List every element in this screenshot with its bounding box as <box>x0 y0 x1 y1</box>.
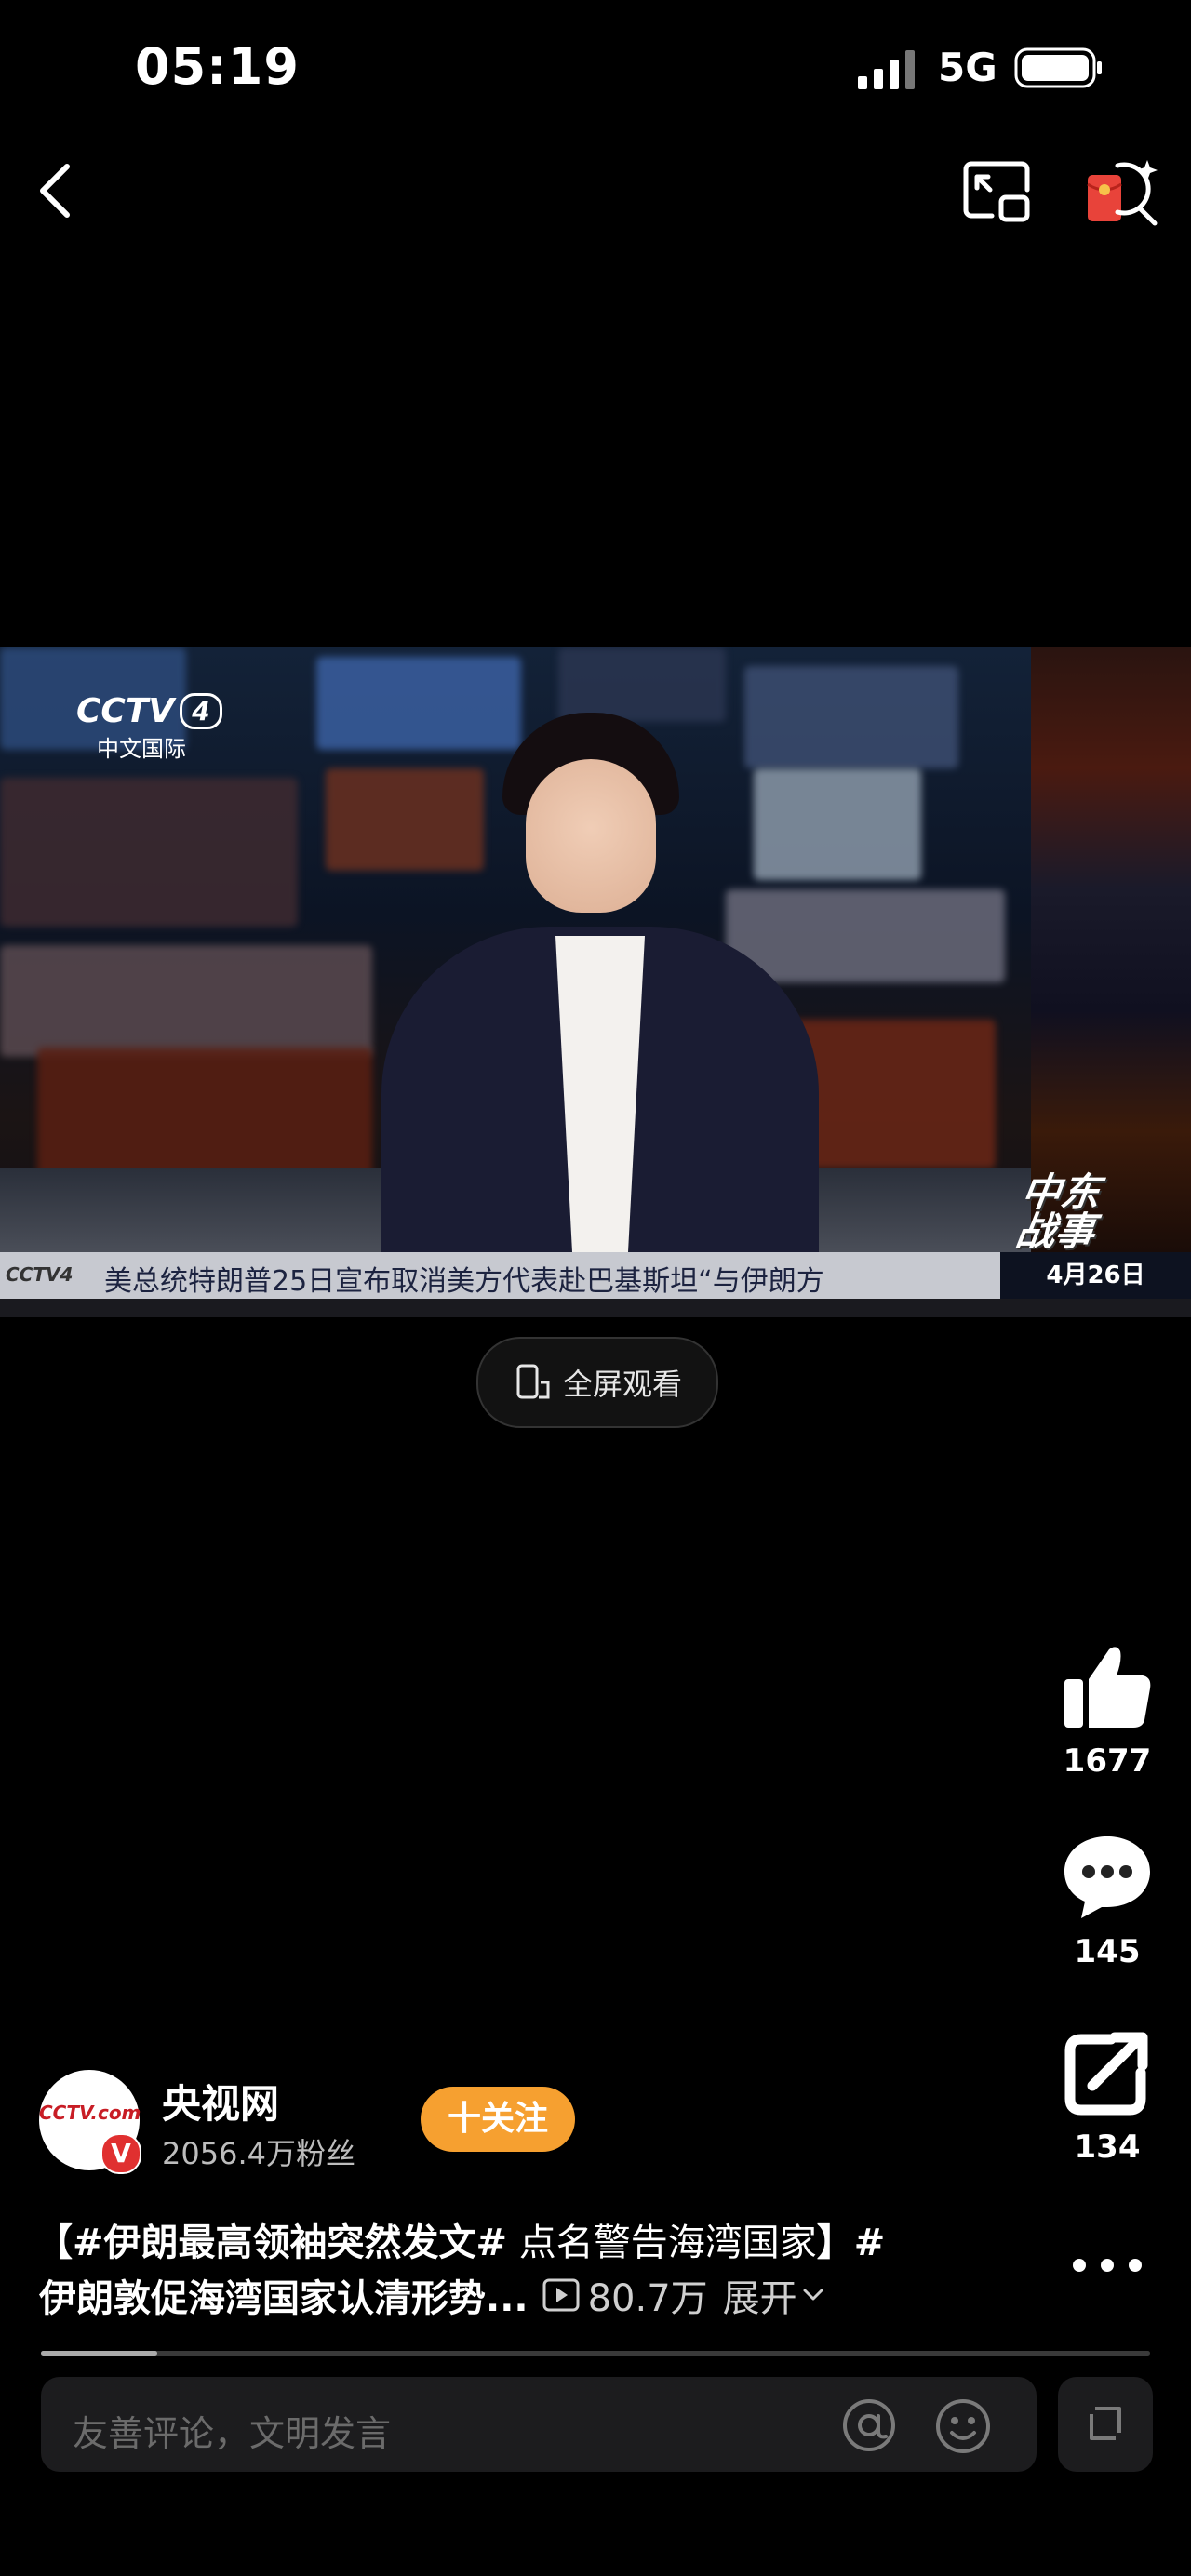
avatar-logo: CCTV.com <box>39 2102 141 2124</box>
video-progress-bar[interactable] <box>41 2351 1150 2356</box>
news-anchor-face <box>526 759 656 913</box>
author-name[interactable]: 央视网 <box>162 2073 279 2129</box>
signal-icon <box>858 50 915 89</box>
chevron-down-icon <box>803 2289 823 2301</box>
channel-logo: CCTV 4 中文国际 <box>76 692 222 763</box>
thumbs-up-icon <box>1064 1647 1151 1728</box>
network-type: 5G <box>938 45 997 90</box>
more-options-icon[interactable] <box>1065 2242 1149 2289</box>
play-count-icon <box>542 2278 580 2312</box>
ticker-logo: CCTV4 <box>6 1263 74 1286</box>
caption-text: 点名警告海湾国家 <box>507 2222 817 2264</box>
hashtag-link[interactable]: 】# <box>817 2222 886 2264</box>
share-icon <box>1064 2032 1148 2116</box>
expand-comments-button[interactable] <box>1058 2377 1153 2472</box>
video-progress-fill <box>41 2351 158 2356</box>
comment-count: 145 <box>1074 1933 1141 1970</box>
picture-in-picture-button[interactable] <box>960 158 1033 225</box>
red-packet-search-icon[interactable] <box>1084 156 1163 229</box>
side-news-panel <box>1031 647 1191 1252</box>
video-bottom-band <box>0 1299 1191 1317</box>
status-time: 05:19 <box>135 37 300 96</box>
expand-icon <box>1090 2407 1121 2440</box>
comment-placeholder: 友善评论，文明发言 <box>73 2413 392 2454</box>
comment-button[interactable]: 145 <box>1051 1833 1163 1970</box>
ticker-date: 4月26日 <box>1000 1252 1191 1299</box>
emoji-icon[interactable] <box>934 2397 992 2455</box>
at-mention-icon[interactable] <box>841 2397 897 2453</box>
verified-badge-icon: V <box>100 2133 141 2174</box>
fullscreen-label: 全屏观看 <box>562 1367 682 1402</box>
ticker-text: 美总统特朗普25日宣布取消美方代表赴巴基斯坦“与伊朗方 <box>104 1265 824 1298</box>
caption-text: 伊朗敦促海湾国家认清形势... <box>39 2277 529 2320</box>
comment-bubble-icon <box>1064 1836 1150 1918</box>
back-button[interactable] <box>28 153 93 228</box>
like-count: 1677 <box>1063 1742 1152 1780</box>
share-button[interactable]: 134 <box>1051 2028 1163 2166</box>
program-tag: 中东 战事 <box>1012 1169 1104 1254</box>
battery-icon <box>1014 47 1102 88</box>
rotate-phone-icon <box>516 1364 550 1399</box>
hashtag-link[interactable]: 【#伊朗最高领袖突然发文# <box>35 2222 507 2264</box>
follow-button[interactable]: 十关注 <box>421 2087 575 2152</box>
caption-line-2[interactable]: 伊朗敦促海湾国家认清形势... 80.7万 展开 <box>39 2268 825 2322</box>
comment-input[interactable]: 友善评论，文明发言 <box>41 2377 1037 2472</box>
caption-line-1[interactable]: 【#伊朗最高领袖突然发文# 点名警告海湾国家】# <box>35 2212 885 2266</box>
fullscreen-button[interactable]: 全屏观看 <box>476 1337 718 1428</box>
video-player[interactable]: CCTV 4 中文国际 中东 战事 CCTV4 美总统特朗普25日宣布取消美方代表… <box>0 647 1191 1317</box>
author-avatar[interactable]: CCTV.com V <box>39 2070 141 2174</box>
view-count: 80.7万 <box>542 2268 708 2322</box>
expand-button[interactable]: 展开 <box>723 2268 825 2322</box>
like-button[interactable]: 1677 <box>1051 1642 1163 1780</box>
author-fans: 2056.4万粉丝 <box>162 2136 355 2171</box>
share-count: 134 <box>1074 2129 1141 2166</box>
news-ticker: CCTV4 美总统特朗普25日宣布取消美方代表赴巴基斯坦“与伊朗方 <box>0 1252 1000 1299</box>
